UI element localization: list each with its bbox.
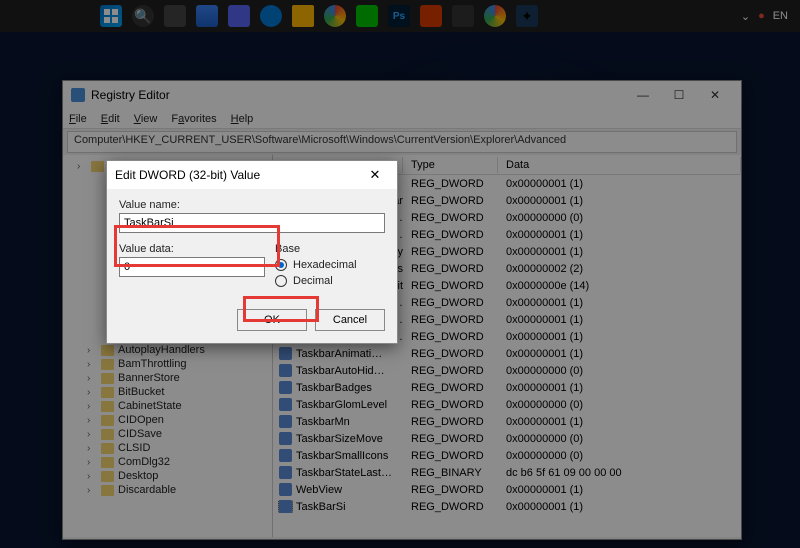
ok-button[interactable]: OK <box>237 309 307 331</box>
valuename-label: Value name: <box>119 199 385 211</box>
valuename-field[interactable] <box>119 213 385 233</box>
radio-dec-icon[interactable] <box>275 275 287 287</box>
valuedata-label: Value data: <box>119 243 265 255</box>
dialog-titlebar[interactable]: Edit DWORD (32-bit) Value ✕ <box>107 161 397 189</box>
valuedata-field[interactable] <box>119 257 265 277</box>
dialog-title: Edit DWORD (32-bit) Value <box>115 168 260 182</box>
radio-decimal[interactable]: Decimal <box>275 275 385 287</box>
base-label: Base <box>275 243 385 255</box>
radio-hexadecimal[interactable]: Hexadecimal <box>275 259 385 271</box>
radio-hex-icon[interactable] <box>275 259 287 271</box>
cancel-button[interactable]: Cancel <box>315 309 385 331</box>
edit-dword-dialog: Edit DWORD (32-bit) Value ✕ Value name: … <box>106 160 398 344</box>
dialog-close-icon[interactable]: ✕ <box>361 167 389 183</box>
